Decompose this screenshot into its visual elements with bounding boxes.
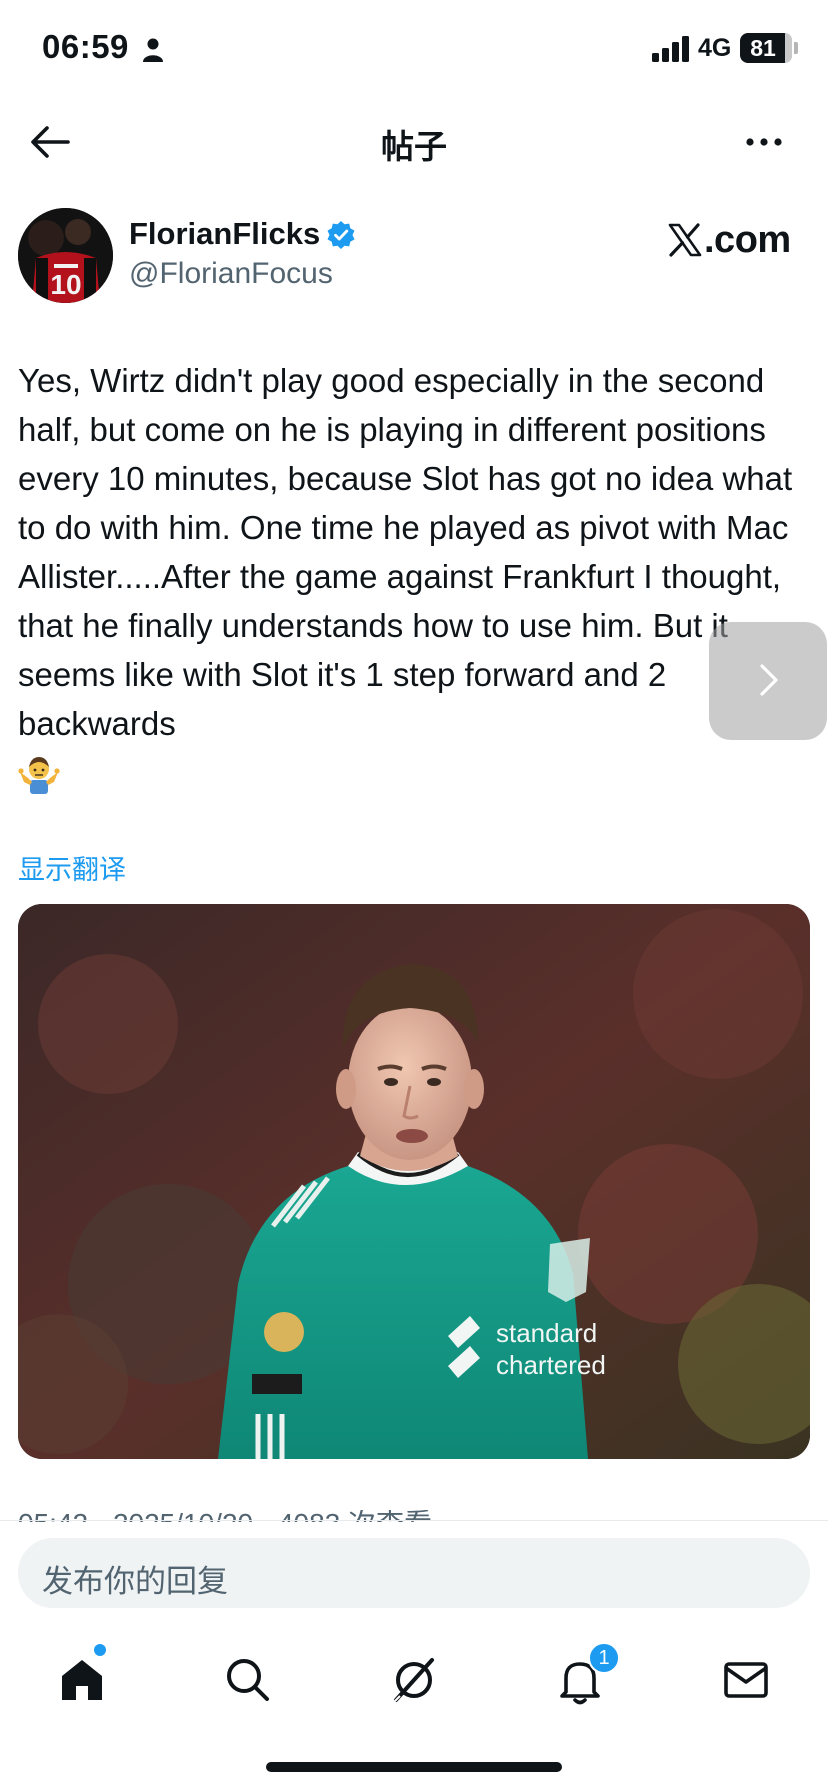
battery-cap (794, 42, 798, 54)
page-title: 帖子 (381, 128, 447, 165)
author-avatar[interactable]: 10 (18, 208, 113, 303)
logo-text: .com (704, 218, 791, 261)
person-icon (143, 38, 163, 62)
author-display-name[interactable]: FlorianFlicks (129, 216, 320, 252)
cellular-signal-icon (652, 36, 689, 62)
notification-badge: 1 (588, 1642, 620, 1674)
chevron-right-icon (760, 664, 778, 696)
reply-placeholder: 发布你的回复 (42, 1564, 228, 1599)
home-unread-dot (94, 1644, 106, 1656)
nav-header: 帖子 (0, 100, 828, 182)
x-dot-com-logo: .com (668, 217, 791, 263)
status-time: 06:59 (42, 28, 129, 65)
home-indicator[interactable] (266, 1762, 562, 1772)
divider (0, 1520, 828, 1521)
status-bar: 06:59 4G 81 (0, 0, 828, 100)
bottom-tab-bar (0, 1630, 828, 1730)
person-shrugging-icon (18, 757, 60, 794)
network-type: 4G (698, 34, 732, 62)
show-translation-link[interactable]: 显示翻译 (18, 848, 126, 887)
x-logo-icon (668, 223, 702, 257)
svg-text:standard: standard (496, 1318, 597, 1348)
home-icon[interactable] (54, 1652, 110, 1708)
battery-icon: 81 (740, 33, 792, 63)
more-options-icon[interactable] (742, 120, 786, 164)
svg-text:10: 10 (50, 269, 81, 300)
search-icon[interactable] (220, 1652, 276, 1708)
verified-badge-icon (327, 221, 355, 249)
post-screen: 06:59 4G 81 帖子 10 FlorianFlicks @Florian… (0, 0, 828, 1792)
author-handle[interactable]: @FlorianFocus (129, 257, 333, 291)
floating-assist-button[interactable] (709, 622, 827, 740)
svg-text:chartered: chartered (496, 1350, 606, 1380)
reply-input[interactable]: 发布你的回复 (18, 1538, 810, 1608)
battery-level: 81 (750, 35, 776, 61)
tweet-text: Yes, Wirtz didn't play good especially i… (18, 362, 793, 742)
tweet-image[interactable]: standard chartered (18, 904, 810, 1459)
grok-icon[interactable] (386, 1652, 442, 1708)
mail-icon[interactable] (718, 1652, 774, 1708)
